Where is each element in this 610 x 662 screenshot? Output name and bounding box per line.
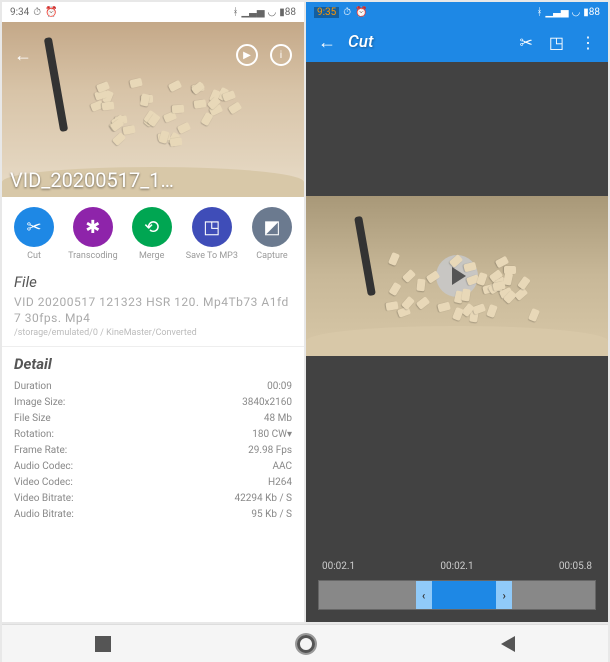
file-path: /storage/emulated/0 / KineMaster/Convert… xyxy=(14,328,292,338)
back-button[interactable]: ← xyxy=(318,32,336,53)
detail-section-title: Detail xyxy=(14,355,292,373)
nav-home-button[interactable] xyxy=(297,635,315,653)
scissors-icon: ✂ xyxy=(26,217,41,238)
detail-list: Duration00:09Image Size:3840x2160File Si… xyxy=(14,379,292,523)
video-thumbnail[interactable]: ← ▶ i VID_20200517_1… xyxy=(2,22,304,197)
detail-value: H264 xyxy=(268,475,292,491)
page-title: Cut xyxy=(348,32,519,52)
menu-icon[interactable]: ⋮ xyxy=(580,33,596,52)
clock-icon: ⏰ xyxy=(45,7,57,18)
capture-button[interactable]: ◩ Capture xyxy=(252,207,292,261)
bluetooth-icon: ᚼ xyxy=(536,7,542,18)
editor-area: 00:02.1 00:02.1 00:05.8 ‹ › xyxy=(306,62,608,622)
detail-key: Audio Bitrate: xyxy=(14,507,74,523)
time-end: 00:05.8 xyxy=(559,561,592,572)
detail-value: 48 Mb xyxy=(264,411,292,427)
cut-editor-screen: 9:35 ⏱ ⏰ ᚼ ▁▃▅ ◡ ▮88 ← Cut ✂ ◳ ⋮ xyxy=(306,2,608,622)
detail-key: Rotation: xyxy=(14,427,54,443)
cut-button[interactable]: ✂ Cut xyxy=(14,207,54,261)
info-icon[interactable]: i xyxy=(270,44,292,66)
signal-icon: ▁▃▅ xyxy=(545,7,568,18)
save-icon[interactable]: ◳ xyxy=(549,33,564,52)
signal-icon: ▁▃▅ xyxy=(241,7,264,18)
detail-row: File Size 48 Mb xyxy=(14,411,292,427)
scissors-icon[interactable]: ✂ xyxy=(519,33,532,52)
detail-key: File Size xyxy=(14,411,51,427)
detail-row: Video Codec: H264 xyxy=(14,475,292,491)
system-nav-bar xyxy=(2,624,608,662)
video-preview[interactable] xyxy=(306,196,608,356)
alarm-icon: ⏱ xyxy=(33,7,41,18)
detail-key: Frame Rate: xyxy=(14,443,67,459)
info-panel: File VID 20200517 121323 HSR 120. Mp4Tb7… xyxy=(2,265,304,622)
detail-value: 180 CW▾ xyxy=(252,427,292,443)
status-time: 9:35 xyxy=(314,7,339,18)
detail-value: 42294 Kb / S xyxy=(235,491,293,507)
disk-icon: ◳ xyxy=(203,217,220,238)
action-toolbar: ✂ Cut ✱ Transcoding ⟲ Merge ◳ Save To MP… xyxy=(2,197,304,265)
merge-button[interactable]: ⟲ Merge xyxy=(132,207,172,261)
detail-row: Frame Rate: 29.98 Fps xyxy=(14,443,292,459)
detail-value: 3840x2160 xyxy=(242,395,292,411)
compress-icon: ✱ xyxy=(85,217,100,238)
detail-row: Audio Bitrate: 95 Kb / S xyxy=(14,507,292,523)
status-bar: 9:34 ⏱ ⏰ ᚼ ▁▃▅ ◡ ▮88 xyxy=(2,2,304,22)
trim-handle-left[interactable]: ‹ xyxy=(416,581,432,609)
detail-row: Video Bitrate: 42294 Kb / S xyxy=(14,491,292,507)
detail-row: Image Size: 3840x2160 xyxy=(14,395,292,411)
detail-key: Duration xyxy=(14,379,52,395)
video-title-overlay: VID_20200517_1… xyxy=(10,168,174,192)
trim-range[interactable]: ‹ › xyxy=(416,581,513,609)
detail-value: 29.98 Fps xyxy=(248,443,292,459)
timeline-scrubber[interactable]: ‹ › xyxy=(318,580,596,610)
camera-icon: ◩ xyxy=(263,217,280,238)
play-icon[interactable]: ▶ xyxy=(236,44,258,66)
detail-key: Video Codec: xyxy=(14,475,73,491)
app-bar: ← Cut ✂ ◳ ⋮ xyxy=(306,22,608,62)
detail-key: Image Size: xyxy=(14,395,65,411)
time-start: 00:02.1 xyxy=(322,561,355,572)
save-mp3-button[interactable]: ◳ Save To MP3 xyxy=(186,207,238,261)
wifi-icon: ◡ xyxy=(268,7,277,18)
bluetooth-icon: ᚼ xyxy=(232,7,238,18)
detail-key: Video Bitrate: xyxy=(14,491,74,507)
clock-icon: ⏰ xyxy=(355,7,367,18)
nav-back-button[interactable] xyxy=(501,636,515,652)
detail-value: 95 Kb / S xyxy=(251,507,292,523)
file-name: VID 20200517 121323 HSR 120. Mp4Tb73 A1f… xyxy=(14,295,292,326)
status-time: 9:34 xyxy=(10,7,29,18)
detail-key: Audio Codec: xyxy=(14,459,73,475)
battery-icon: ▮88 xyxy=(279,7,296,18)
back-button[interactable]: ← xyxy=(14,45,32,66)
time-current: 00:02.1 xyxy=(440,561,473,572)
detail-row: Rotation: 180 CW▾ xyxy=(14,427,292,443)
file-section-title: File xyxy=(14,273,292,291)
transcoding-button[interactable]: ✱ Transcoding xyxy=(68,207,118,261)
battery-icon: ▮88 xyxy=(583,7,600,18)
video-details-screen: 9:34 ⏱ ⏰ ᚼ ▁▃▅ ◡ ▮88 ← ▶ i VID_20200517_… xyxy=(2,2,304,622)
nav-recent-button[interactable] xyxy=(95,636,111,652)
detail-row: Audio Codec: AAC xyxy=(14,459,292,475)
link-icon: ⟲ xyxy=(144,217,159,238)
status-bar: 9:35 ⏱ ⏰ ᚼ ▁▃▅ ◡ ▮88 xyxy=(306,2,608,22)
detail-value: AAC xyxy=(272,459,292,475)
trim-handle-right[interactable]: › xyxy=(496,581,512,609)
wifi-icon: ◡ xyxy=(572,7,581,18)
timeline-labels: 00:02.1 00:02.1 00:05.8 xyxy=(306,557,608,576)
detail-row: Duration 00:09 xyxy=(14,379,292,395)
detail-value: 00:09 xyxy=(267,379,292,395)
alarm-icon: ⏱ xyxy=(343,7,351,18)
